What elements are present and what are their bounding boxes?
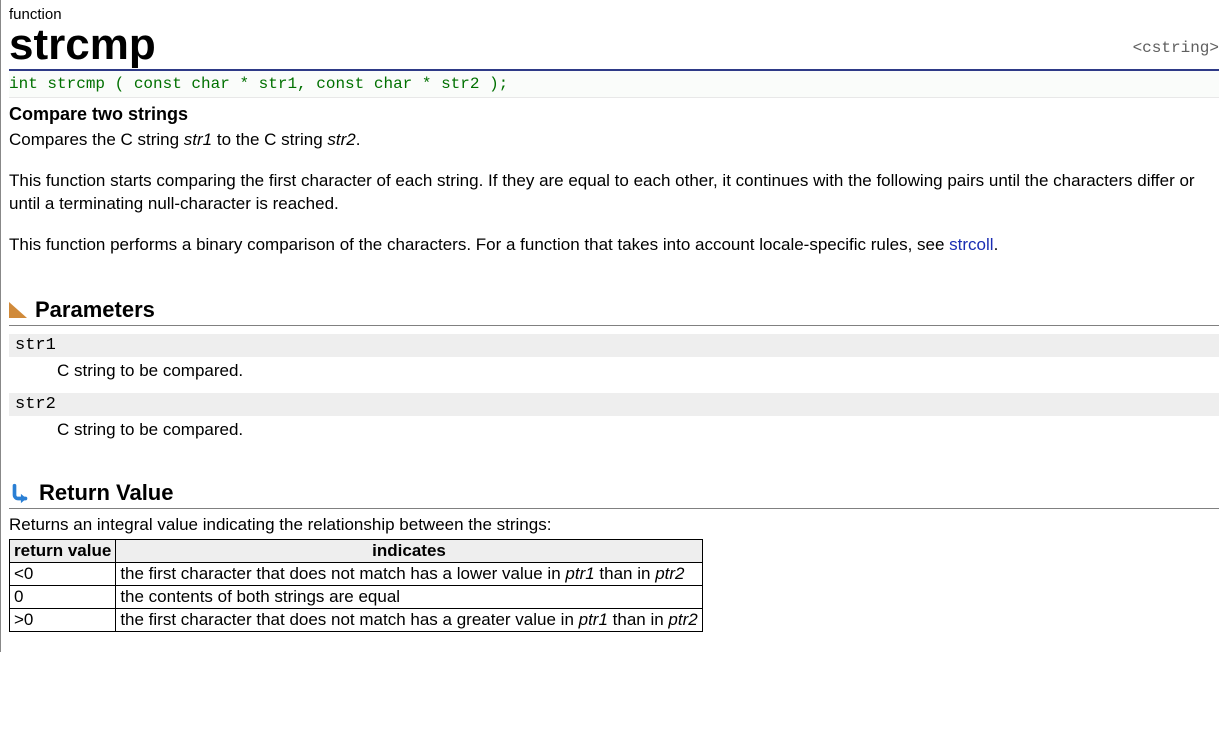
return-val-cell: <0	[10, 562, 116, 585]
table-row: <0 the first character that does not mat…	[10, 562, 703, 585]
param-desc: C string to be compared.	[57, 361, 1219, 381]
parameters-list: str1 C string to be compared. str2 C str…	[9, 334, 1219, 440]
text: the contents of both strings are equal	[120, 587, 400, 606]
table-header-row: return value indicates	[10, 539, 703, 562]
description-block: Compares the C string str1 to the C stri…	[9, 129, 1219, 257]
function-signature: int strcmp ( const char * str1, const ch…	[9, 71, 1219, 98]
param-ref: str1	[184, 130, 212, 149]
table-row: 0 the contents of both strings are equal	[10, 585, 703, 608]
text: than in	[608, 610, 669, 629]
section-parameters-heading: Parameters	[9, 297, 1219, 326]
return-arrow-icon	[9, 482, 31, 504]
text: the first character that does not match …	[120, 610, 578, 629]
param-ref: ptr2	[668, 610, 697, 629]
description-p1: Compares the C string str1 to the C stri…	[9, 129, 1219, 152]
page-title: strcmp	[9, 23, 156, 67]
triangle-icon	[9, 302, 27, 318]
param-ref: ptr2	[655, 564, 684, 583]
strcoll-link[interactable]: strcoll	[949, 235, 993, 254]
title-row: strcmp <cstring>	[9, 23, 1219, 71]
return-desc-cell: the contents of both strings are equal	[116, 585, 702, 608]
param-ref: ptr1	[579, 610, 608, 629]
return-desc-cell: the first character that does not match …	[116, 562, 702, 585]
table-row: >0 the first character that does not mat…	[10, 608, 703, 631]
section-title: Return Value	[39, 480, 173, 506]
header-library: <cstring>	[1133, 39, 1219, 67]
param-ref: str2	[327, 130, 355, 149]
col-header-return-value: return value	[10, 539, 116, 562]
return-intro: Returns an integral value indicating the…	[9, 515, 1219, 535]
param-desc: C string to be compared.	[57, 420, 1219, 440]
return-val-cell: >0	[10, 608, 116, 631]
category-label: function	[9, 0, 1219, 23]
text: to the C string	[212, 130, 327, 149]
section-return-heading: Return Value	[9, 480, 1219, 509]
text: than in	[595, 564, 656, 583]
text: Compares the C string	[9, 130, 184, 149]
return-desc-cell: the first character that does not match …	[116, 608, 702, 631]
param-name: str2	[9, 393, 1219, 416]
description-p3: This function performs a binary comparis…	[9, 234, 1219, 257]
return-val-cell: 0	[10, 585, 116, 608]
param-ref: ptr1	[565, 564, 594, 583]
return-value-table: return value indicates <0 the first char…	[9, 539, 703, 632]
section-title: Parameters	[35, 297, 155, 323]
description-p2: This function starts comparing the first…	[9, 170, 1219, 216]
brief-description: Compare two strings	[9, 104, 1219, 125]
param-name: str1	[9, 334, 1219, 357]
text: This function performs a binary comparis…	[9, 235, 949, 254]
text: .	[994, 235, 999, 254]
text: the first character that does not match …	[120, 564, 565, 583]
text: .	[356, 130, 361, 149]
col-header-indicates: indicates	[116, 539, 702, 562]
